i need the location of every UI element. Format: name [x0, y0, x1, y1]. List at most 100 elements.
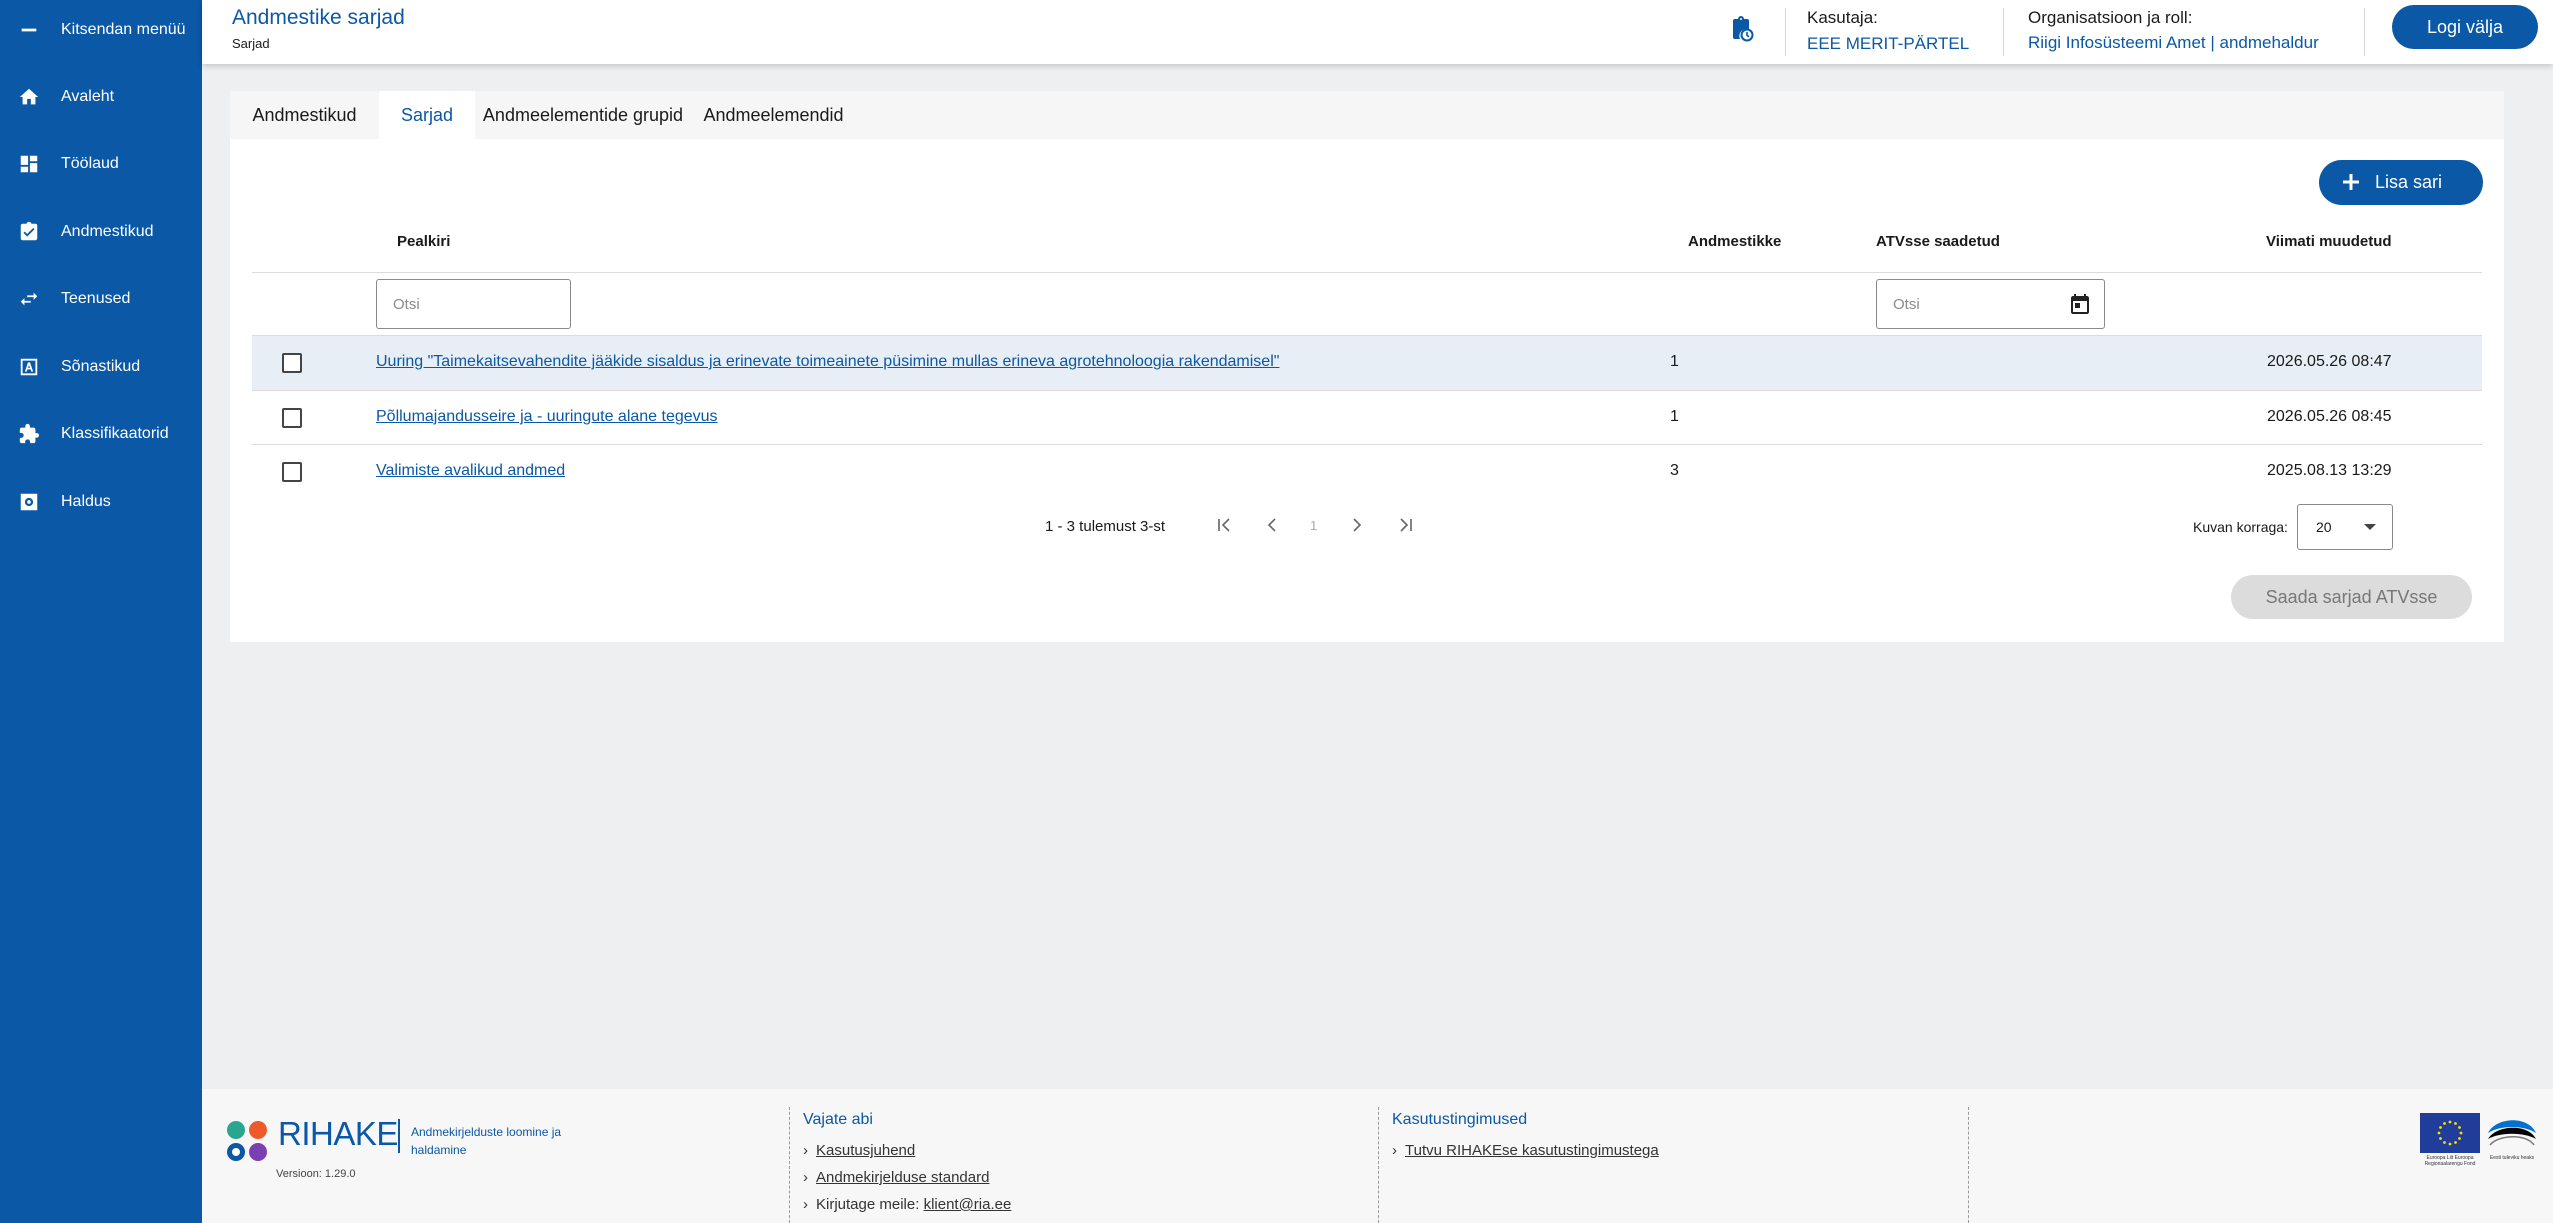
sidebar-item-home[interactable]: Avaleht	[0, 74, 202, 120]
user-guide-link-text[interactable]: Kasutusjuhend	[816, 1142, 915, 1159]
sidebar-item-label: Haldus	[61, 493, 111, 510]
first-page-icon[interactable]	[1212, 513, 1236, 537]
last-modified-date: 2026.05.26 08:45	[2267, 408, 2392, 425]
last-page-icon[interactable]	[1394, 513, 1418, 537]
previous-page-icon[interactable]	[1260, 513, 1284, 537]
contact-email-label: Kirjutage meile:	[816, 1196, 920, 1213]
dataset-count: 3	[1670, 462, 1679, 479]
page-title: Andmestike sarjad	[232, 6, 405, 29]
contact-email-link[interactable]: klient@ria.ee	[924, 1196, 1012, 1213]
sidebar-item-dictionaries[interactable]: Sõnastikud	[0, 344, 202, 390]
sidebar-item-label: Avaleht	[61, 88, 115, 105]
tab-bar: Andmestikud Sarjad Andmeelementide grupi…	[230, 91, 2504, 139]
sidebar-item-label: Teenused	[61, 290, 131, 307]
column-header-dataset-count[interactable]: Andmestikke	[1688, 233, 1781, 250]
column-header-last-modified[interactable]: Viimati muudetud	[2266, 233, 2392, 250]
next-page-icon[interactable]	[1345, 513, 1369, 537]
sidebar-item-dashboard[interactable]: Töölaud	[0, 141, 202, 187]
per-page-select[interactable]: 20	[2297, 504, 2393, 550]
header-divider-line	[252, 272, 2482, 273]
table-row: Valimiste avalikud andmed 3 2025.08.13 1…	[252, 445, 2482, 499]
organization-label: Organisatsioon ja roll:	[2028, 8, 2193, 27]
dataset-count: 1	[1670, 353, 1679, 370]
standard-link-text[interactable]: Andmekirjelduse standard	[816, 1169, 989, 1186]
logout-button[interactable]: Logi välja	[2392, 5, 2538, 49]
app-version: Versioon: 1.29.0	[276, 1168, 356, 1180]
series-title-link[interactable]: Valimiste avalikud andmed	[376, 462, 565, 480]
per-page-value: 20	[2316, 519, 2332, 535]
series-title-link[interactable]: Põllumajandusseire ja - uuringute alane …	[376, 408, 718, 426]
settings-icon	[17, 490, 41, 514]
organization-role-link[interactable]: Riigi Infosüsteemi Amet | andmehaldur	[2028, 33, 2319, 53]
table-row: Põllumajandusseire ja - uuringute alane …	[252, 391, 2482, 445]
footer: RIHAKE Andmekirjelduste loomine ja halda…	[202, 1089, 2553, 1223]
last-modified-date: 2026.05.26 08:47	[2267, 353, 2392, 370]
clipboard-clock-icon[interactable]	[1726, 14, 1756, 44]
user-guide-link[interactable]: › Kasutusjuhend	[803, 1142, 915, 1159]
sidebar-item-administration[interactable]: Haldus	[0, 479, 202, 525]
header-divider	[2364, 8, 2365, 56]
tab-data-element-groups[interactable]: Andmeelementide grupid	[475, 91, 691, 139]
user-label: Kasutaja:	[1807, 8, 1878, 27]
footer-divider	[1378, 1107, 1379, 1223]
add-series-button[interactable]: Lisa sari	[2319, 160, 2483, 205]
row-checkbox[interactable]	[282, 408, 302, 428]
dataset-count: 1	[1670, 408, 1679, 425]
logo-description: Andmekirjelduste loomine ja haldamine	[411, 1125, 562, 1157]
user-name: EEE MERIT-PÄRTEL	[1807, 34, 1970, 50]
column-header-atv-sent[interactable]: ATVsse saadetud	[1876, 233, 2000, 250]
eu-fund-text: Euroopa Liit Euroopa Regionaalarengu Fon…	[2424, 1155, 2476, 1167]
breadcrumb: Sarjad	[232, 36, 270, 51]
sidebar-item-services[interactable]: Teenused	[0, 276, 202, 322]
tab-datasets[interactable]: Andmestikud	[230, 91, 379, 139]
row-checkbox[interactable]	[282, 353, 302, 373]
pagination-info: 1 - 3 tulemust 3-st	[1045, 518, 1166, 535]
title-search-input[interactable]	[376, 279, 571, 329]
eu-flag-icon	[2420, 1113, 2480, 1153]
help-heading: Vajate abi	[803, 1111, 873, 1128]
tab-series[interactable]: Sarjad	[379, 91, 475, 139]
dictionary-icon	[17, 355, 41, 379]
plus-icon	[2341, 172, 2361, 192]
tab-data-elements[interactable]: Andmeelemendid	[691, 91, 856, 139]
sidebar-item-label: Kitsendan menüü	[61, 21, 186, 38]
contact-email-row: › Kirjutage meile: klient@ria.ee	[803, 1196, 1012, 1213]
sidebar-item-classifiers[interactable]: Klassifikaatorid	[0, 411, 202, 457]
row-checkbox[interactable]	[282, 462, 302, 482]
header-divider	[2003, 8, 2004, 56]
table-row: Uuring "Taimekaitsevahendite jääkide sis…	[252, 336, 2482, 390]
footer-divider	[1968, 1107, 1969, 1223]
sidebar-item-label: Klassifikaatorid	[61, 425, 169, 442]
sidebar-item-label: Andmestikud	[61, 223, 154, 240]
calendar-icon[interactable]	[2068, 292, 2092, 316]
terms-heading: Kasutustingimused	[1392, 1111, 1528, 1128]
estonia-logo-text: Eesti tuleviku heaks	[2490, 1155, 2535, 1161]
sidebar-item-label: Töölaud	[61, 155, 119, 172]
swap-arrows-icon	[17, 287, 41, 311]
home-icon	[17, 85, 41, 109]
clipboard-check-icon	[17, 220, 41, 244]
current-page-number: 1	[1310, 518, 1318, 533]
puzzle-icon	[17, 422, 41, 446]
per-page-label: Kuvan korraga:	[2193, 519, 2288, 535]
estonia-future-logo: Eesti tuleviku heaks	[2484, 1111, 2540, 1167]
data-description-standard-link[interactable]: › Andmekirjelduse standard	[803, 1169, 989, 1186]
series-title-link[interactable]: Uuring "Taimekaitsevahendite jääkide sis…	[376, 353, 1279, 371]
series-panel: Lisa sari Pealkiri Andmestikke ATVsse sa…	[230, 139, 2504, 642]
chevron-down-icon	[2364, 524, 2376, 530]
logo-divider	[398, 1119, 400, 1153]
rihake-logo-text: RIHAKE	[278, 1115, 398, 1152]
sidebar: Kitsendan menüü Avaleht Töölaud Andmesti…	[0, 0, 202, 1223]
sidebar-item-datasets[interactable]: Andmestikud	[0, 209, 202, 255]
column-header-title[interactable]: Pealkiri	[397, 233, 450, 250]
terms-link-text[interactable]: Tutvu RIHAKEse kasutustingimustega	[1405, 1142, 1659, 1159]
terms-link[interactable]: › Tutvu RIHAKEse kasutustingimustega	[1392, 1142, 1659, 1159]
minus-icon	[17, 18, 41, 42]
header-divider	[1785, 8, 1786, 56]
rihake-logo-icon	[224, 1118, 272, 1166]
add-series-label: Lisa sari	[2375, 172, 2443, 192]
top-header: Andmestike sarjad Sarjad Kasutaja: EEE M…	[202, 0, 2553, 64]
sidebar-item-label: Sõnastikud	[61, 358, 141, 375]
send-series-to-atv-button[interactable]: Saada sarjad ATVsse	[2231, 575, 2472, 619]
sidebar-collapse-toggle[interactable]: Kitsendan menüü	[0, 7, 202, 53]
